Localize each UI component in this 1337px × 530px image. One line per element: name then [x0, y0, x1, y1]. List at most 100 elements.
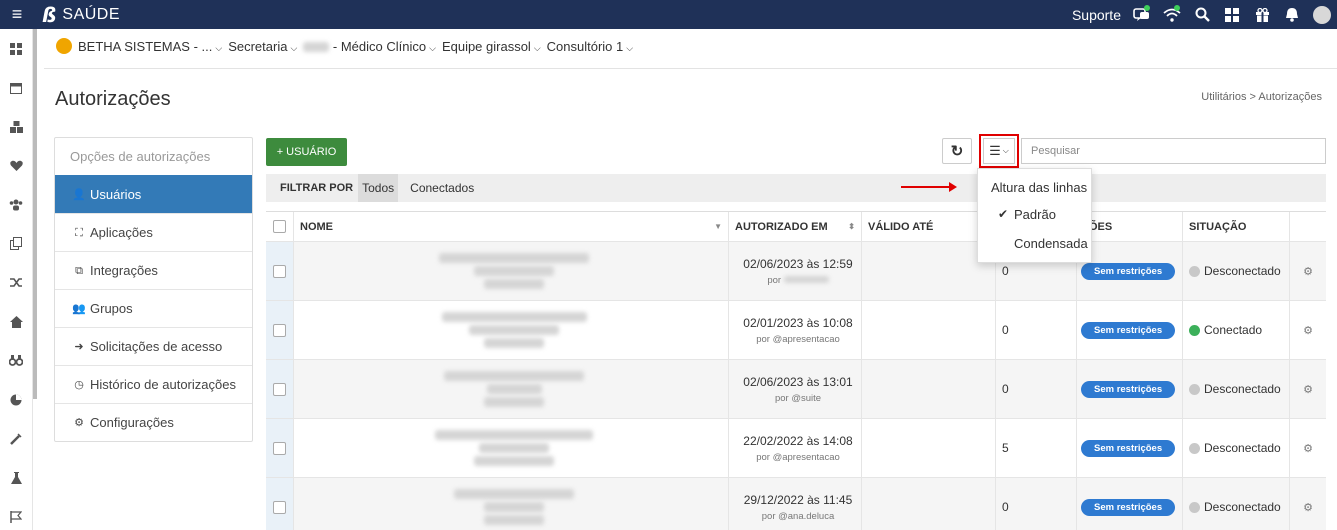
- breadcrumb[interactable]: Utilitários > Autorizações: [1201, 91, 1322, 103]
- row-checkbox[interactable]: [273, 500, 286, 514]
- entity-selector[interactable]: BETHA SISTEMAS - ... ⌵: [78, 39, 222, 54]
- redacted-id: [474, 456, 554, 466]
- option-applications[interactable]: ⛶ Aplicações: [55, 213, 252, 251]
- status-label: Desconectado: [1204, 500, 1281, 514]
- filter-all[interactable]: Todos: [358, 174, 399, 202]
- flag-icon[interactable]: [0, 497, 32, 530]
- restriction-badge[interactable]: Sem restrições: [1081, 498, 1176, 516]
- home-icon[interactable]: [0, 302, 32, 341]
- annotation-arrow: [901, 182, 957, 192]
- restriction-badge[interactable]: Sem restrições: [1081, 380, 1176, 398]
- status-cell: Desconectado: [1183, 360, 1290, 418]
- sidebar-scrollbar[interactable]: [33, 29, 37, 399]
- row-checkbox[interactable]: [273, 323, 286, 337]
- history-icon: ◷: [74, 378, 84, 391]
- column-name[interactable]: NOME ▼: [294, 212, 729, 241]
- avatar: [1313, 5, 1331, 24]
- status-badge: Desconectado: [1189, 500, 1281, 514]
- row-height-condensed-option[interactable]: Condensada: [1014, 236, 1088, 251]
- row-select-cell: [266, 242, 294, 300]
- flask-icon[interactable]: [0, 458, 32, 497]
- department-selector[interactable]: Secretaria ⌵: [228, 39, 297, 54]
- bell-icon[interactable]: [1277, 0, 1307, 29]
- gears-icon[interactable]: ⚙: [1303, 442, 1313, 455]
- redacted-name: [444, 371, 584, 381]
- sort-icon: ⬍: [848, 222, 855, 231]
- column-valid-until[interactable]: VÁLIDO ATÉ: [862, 212, 996, 241]
- copy-icon[interactable]: [0, 224, 32, 263]
- gears-icon[interactable]: ⚙: [1303, 324, 1313, 337]
- apps-grid-icon[interactable]: [1217, 0, 1247, 29]
- column-restrictions[interactable]: ÇÕES: [1077, 212, 1183, 241]
- option-users[interactable]: 👤 Usuários: [55, 175, 252, 213]
- shuffle-icon[interactable]: [0, 263, 32, 302]
- option-label: Usuários: [90, 186, 142, 202]
- pie-chart-icon[interactable]: [0, 380, 32, 419]
- option-authorization-history[interactable]: ◷ Histórico de autorizações: [55, 365, 252, 403]
- app-logo[interactable]: ß SAÚDE: [42, 3, 120, 27]
- users-icon[interactable]: [0, 185, 32, 224]
- check-icon: ✔: [998, 207, 1009, 221]
- status-cell: Desconectado: [1183, 242, 1290, 300]
- table-row[interactable]: 02/06/2023 às 12:59 por 0 Sem restrições …: [266, 242, 1326, 301]
- row-checkbox[interactable]: [273, 382, 286, 396]
- row-checkbox[interactable]: [273, 441, 286, 455]
- gift-icon[interactable]: [1247, 0, 1277, 29]
- redacted-name: [454, 489, 574, 499]
- user-avatar[interactable]: [1307, 0, 1337, 29]
- column-label: AUTORIZADO EM: [735, 220, 828, 233]
- restriction-cell: Sem restrições: [1077, 242, 1183, 300]
- calendar-icon[interactable]: [0, 68, 32, 107]
- chevron-down-icon: ⌵: [429, 42, 436, 53]
- option-integrations[interactable]: ⧉ Integrações: [55, 251, 252, 289]
- unit-selector[interactable]: - Médico Clínico ⌵: [303, 39, 436, 54]
- status-badge: Desconectado: [1189, 382, 1281, 396]
- search-input[interactable]: [1021, 138, 1326, 164]
- status-dot: [1189, 265, 1200, 277]
- office-selector[interactable]: Consultório 1 ⌵: [547, 39, 633, 54]
- row-height-default-option[interactable]: Padrão: [1014, 207, 1056, 222]
- table-row[interactable]: 22/02/2022 às 14:08 por @apresentacao 5 S…: [266, 419, 1326, 478]
- heartbeat-icon[interactable]: [0, 146, 32, 185]
- restriction-badge[interactable]: Sem restrições: [1081, 321, 1176, 339]
- search-icon[interactable]: [1187, 0, 1217, 29]
- top-bar: ≡ ß SAÚDE Suporte: [0, 0, 1337, 29]
- table-row[interactable]: 29/12/2022 às 11:45 por @ana.deluca 0 Sem…: [266, 478, 1326, 530]
- option-access-requests[interactable]: ➜ Solicitações de acesso: [55, 327, 252, 365]
- dropdown-title: Altura das linhas: [991, 180, 1088, 195]
- option-settings[interactable]: ⚙ Configurações: [55, 403, 252, 441]
- hamburger-menu-icon[interactable]: ≡: [0, 4, 34, 25]
- authorized-by: por: [767, 274, 829, 286]
- option-groups[interactable]: 👥 Grupos: [55, 289, 252, 327]
- column-label: SITUAÇÃO: [1189, 220, 1247, 233]
- table-row[interactable]: 02/01/2023 às 10:08 por @apresentacao 0 S…: [266, 301, 1326, 360]
- support-chat-icon[interactable]: [1127, 0, 1157, 29]
- row-height-button[interactable]: ☰ ⌵: [979, 134, 1019, 168]
- gears-icon[interactable]: ⚙: [1303, 501, 1313, 514]
- gears-icon[interactable]: ⚙: [1303, 383, 1313, 396]
- refresh-button[interactable]: ↻: [942, 138, 972, 164]
- column-authorized-at[interactable]: AUTORIZADO EM ⬍: [729, 212, 862, 241]
- row-checkbox[interactable]: [273, 264, 286, 278]
- filter-connected[interactable]: Conectados: [406, 174, 478, 202]
- team-selector[interactable]: Equipe girassol ⌵: [442, 39, 541, 54]
- count-cell: 0: [996, 478, 1077, 530]
- syringe-icon[interactable]: [0, 419, 32, 458]
- binoculars-icon[interactable]: [0, 341, 32, 380]
- select-all-checkbox[interactable]: [273, 220, 286, 233]
- restriction-badge[interactable]: Sem restrições: [1081, 262, 1176, 280]
- boxes-icon[interactable]: [0, 107, 32, 146]
- authorized-by-label: por: [767, 274, 782, 286]
- table-row[interactable]: 02/06/2023 às 13:01 por @suite 0 Sem rest…: [266, 360, 1326, 419]
- row-height-dropdown: Altura das linhas ✔ Padrão Condensada: [977, 168, 1092, 263]
- column-status[interactable]: SITUAÇÃO: [1183, 212, 1290, 241]
- restriction-badge[interactable]: Sem restrições: [1081, 439, 1176, 457]
- dashboard-icon[interactable]: [0, 29, 32, 68]
- add-user-button[interactable]: + USUÁRIO: [266, 138, 347, 166]
- valid-until-cell: [862, 478, 996, 530]
- redacted-login: [479, 443, 549, 453]
- row-select-cell: [266, 360, 294, 418]
- gears-icon[interactable]: ⚙​: [1303, 265, 1313, 278]
- support-link[interactable]: Suporte: [1072, 7, 1121, 23]
- connection-wifi-icon[interactable]: [1157, 0, 1187, 29]
